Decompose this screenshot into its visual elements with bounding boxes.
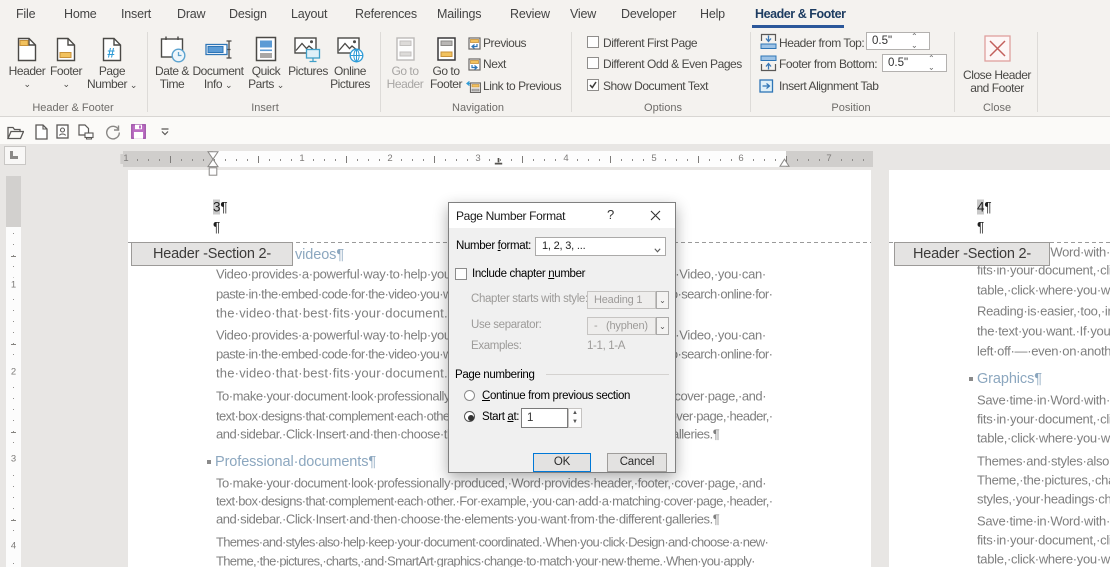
svg-text:#: # — [107, 46, 115, 61]
